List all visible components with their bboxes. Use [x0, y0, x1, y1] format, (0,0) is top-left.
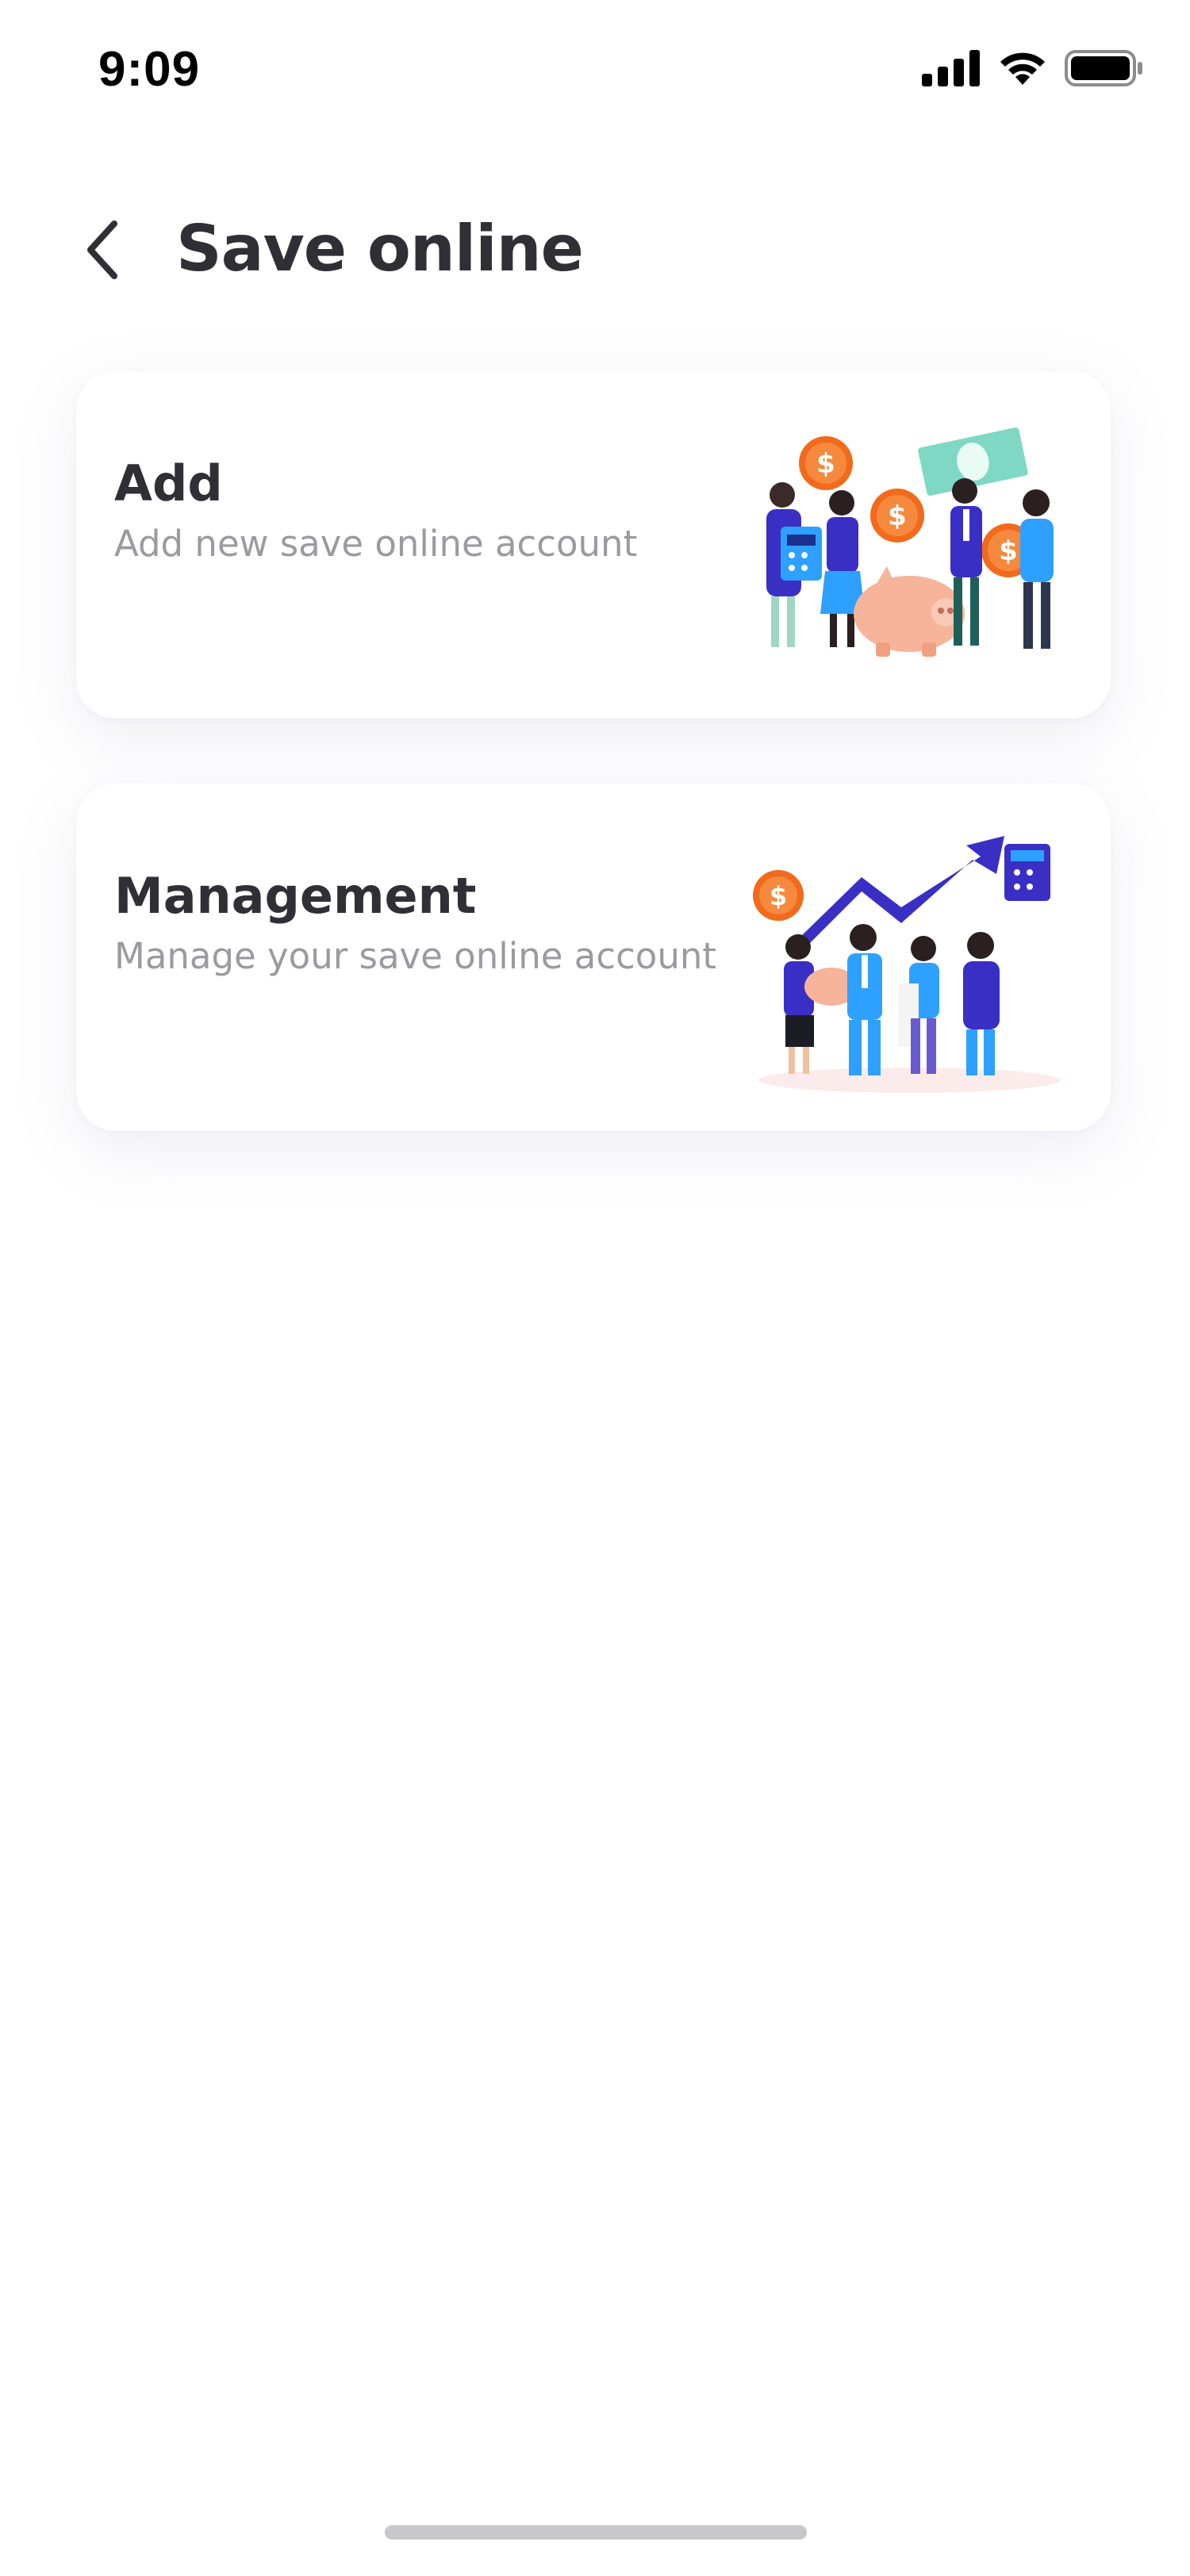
- card-subtitle: Manage your save online account: [114, 935, 717, 977]
- add-account-card[interactable]: Add Add new save online account $ $ $: [76, 371, 1111, 719]
- card-title: Management: [114, 867, 477, 925]
- svg-text:$: $: [999, 535, 1018, 567]
- people-growth-chart-illustration: $: [743, 828, 1076, 1098]
- home-indicator[interactable]: [385, 2525, 807, 2540]
- people-savings-piggy-bank-illustration: $ $ $: [743, 416, 1076, 685]
- management-card[interactable]: Management Manage your save online accou…: [76, 784, 1111, 1131]
- status-bar: 9:09: [0, 0, 1190, 143]
- cellular-signal-icon: [922, 50, 981, 90]
- status-icons: [922, 49, 1144, 90]
- wifi-icon: [998, 50, 1047, 90]
- page-title: Save online: [176, 212, 584, 286]
- back-button[interactable]: [67, 208, 138, 295]
- battery-icon: [1065, 49, 1144, 90]
- card-subtitle: Add new save online account: [114, 523, 638, 565]
- svg-text:$: $: [816, 448, 835, 480]
- chevron-left-icon: [83, 219, 122, 284]
- card-title: Add: [114, 454, 223, 512]
- status-time: 9:09: [98, 42, 201, 97]
- svg-text:$: $: [770, 881, 787, 911]
- svg-text:$: $: [888, 500, 907, 532]
